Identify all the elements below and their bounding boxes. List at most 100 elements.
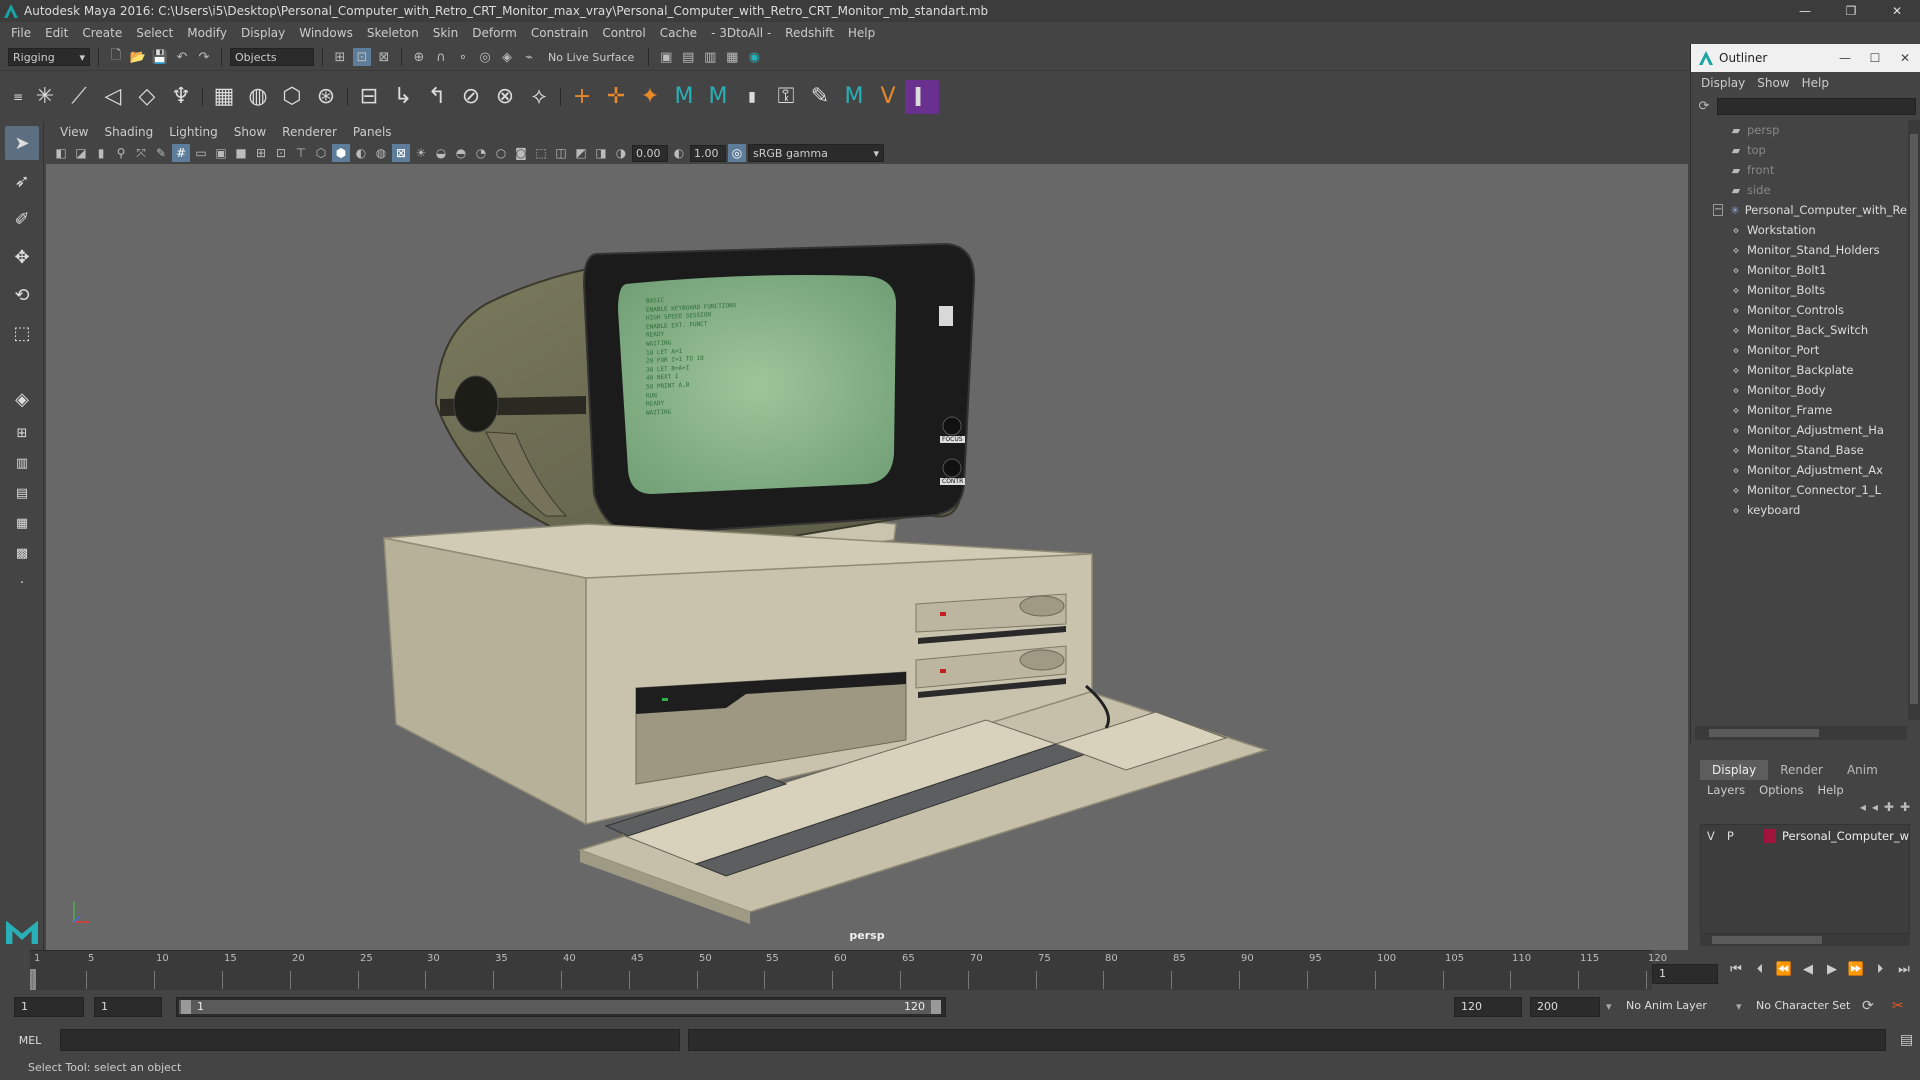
tab-anim[interactable]: Anim — [1835, 760, 1890, 780]
render-view-icon[interactable]: ▣ — [657, 48, 675, 66]
set-driven-key-icon[interactable]: ⚿ — [769, 80, 803, 114]
menu-display[interactable]: Display — [234, 26, 292, 40]
menu-skeleton[interactable]: Skeleton — [360, 26, 426, 40]
step-forward-key-icon[interactable]: ⏵ — [1870, 962, 1890, 977]
view-transform-dropdown[interactable]: sRGB gamma ▾ — [748, 144, 884, 162]
collapse-icon[interactable]: − — [1713, 204, 1724, 216]
smooth-shade-icon[interactable]: ⬢ — [332, 144, 350, 162]
hypershade-layout-icon[interactable]: ▩ — [5, 540, 39, 566]
anim-prefs-icon[interactable]: ✂ — [1892, 998, 1904, 1014]
chart-tool-icon[interactable]: ▍ — [905, 79, 939, 114]
screen-space-ao-icon[interactable]: ◓ — [452, 144, 470, 162]
outliner-minimize-button[interactable]: — — [1830, 51, 1860, 65]
new-scene-icon[interactable]: 🗋 — [107, 48, 125, 66]
outliner-item[interactable]: ⋄ Monitor_Back_Switch — [1695, 320, 1907, 340]
exposure-field[interactable]: 0.00 — [632, 144, 668, 162]
motion-blur-icon[interactable]: ◔ — [472, 144, 490, 162]
single-view-icon[interactable]: ◈ — [5, 382, 39, 416]
grid-icon[interactable]: # — [172, 144, 190, 162]
teal-m-icon[interactable]: M — [837, 80, 871, 114]
image-plane-icon[interactable]: ⚲ — [112, 144, 130, 162]
blend-shape-icon[interactable]: ⊟ — [352, 80, 386, 114]
outliner-camera-persp[interactable]: ▰ persp — [1695, 120, 1907, 140]
menu-modify[interactable]: Modify — [180, 26, 234, 40]
safe-title-icon[interactable]: ⊤ — [292, 144, 310, 162]
current-frame-field[interactable]: 1 — [1652, 964, 1718, 984]
hik-icon[interactable]: M — [667, 80, 701, 114]
scrollbar-thumb[interactable] — [1910, 134, 1918, 704]
anim-layer-dropdown[interactable]: No Anim Layer — [1620, 997, 1744, 1017]
xray-components-icon[interactable]: ◨ — [592, 144, 610, 162]
menu-control[interactable]: Control — [595, 26, 652, 40]
camera-select-icon[interactable]: ◧ — [52, 144, 70, 162]
outliner-menu-help[interactable]: Help — [1796, 76, 1835, 90]
menu-create[interactable]: Create — [75, 26, 129, 40]
outliner-camera-front[interactable]: ▰ front — [1695, 160, 1907, 180]
character-set-dropdown[interactable]: No Character Set — [1750, 997, 1868, 1017]
mirror-joint-icon[interactable]: ◇ — [130, 80, 164, 114]
multisample-icon[interactable]: ○ — [492, 144, 510, 162]
four-view-icon[interactable]: ⊞ — [5, 420, 39, 446]
playback-end-field[interactable]: 120 — [1454, 997, 1522, 1017]
range-start-field[interactable]: 1 — [14, 997, 84, 1017]
chevron-down-icon[interactable]: ▾ — [1736, 1000, 1742, 1013]
paint-select-icon[interactable]: ✐ — [5, 202, 39, 236]
layer-horizontal-scrollbar[interactable] — [1700, 934, 1910, 946]
select-component-icon[interactable]: ⊠ — [375, 48, 393, 66]
soft-mod-icon[interactable]: ⟡ — [522, 80, 556, 114]
menu-3dtoall[interactable]: - 3DtoAll - — [704, 26, 778, 40]
menu-redshift[interactable]: Redshift — [778, 26, 841, 40]
layer-row[interactable]: V P Personal_Computer_w — [1701, 825, 1909, 847]
snap-curve-icon[interactable]: ∩ — [432, 48, 450, 66]
menu-deform[interactable]: Deform — [465, 26, 524, 40]
time-slider-playhead[interactable] — [30, 969, 36, 991]
snap-live-icon[interactable]: ⌁ — [520, 48, 538, 66]
go-to-end-icon[interactable]: ⏭ — [1894, 962, 1914, 977]
command-input[interactable] — [60, 1029, 680, 1051]
range-bar-fill[interactable] — [179, 1000, 941, 1014]
lattice-icon[interactable]: ⬡ — [275, 80, 309, 114]
film-gate-icon[interactable]: ▭ — [192, 144, 210, 162]
color-management-icon[interactable]: ◎ — [728, 144, 746, 162]
rotate-tool-icon[interactable]: ⟲ — [5, 278, 39, 312]
outliner-vertical-scrollbar[interactable] — [1908, 120, 1920, 720]
panel-menu-shading[interactable]: Shading — [96, 125, 161, 139]
aim-constraint-icon[interactable]: ✛ — [599, 80, 633, 114]
layer-color-swatch[interactable] — [1763, 829, 1777, 843]
ik-handle-icon[interactable]: ⟋ — [62, 80, 96, 114]
panel-menu-renderer[interactable]: Renderer — [274, 125, 345, 139]
render-current-icon[interactable]: ▤ — [679, 48, 697, 66]
outliner-item[interactable]: ⋄ Monitor_Body — [1695, 380, 1907, 400]
v-icon[interactable]: V — [871, 80, 905, 114]
wireframe-icon[interactable]: ⬡ — [312, 144, 330, 162]
outliner-item[interactable]: ⋄ Monitor_Connector_1_L — [1695, 480, 1907, 500]
bind-skin-icon[interactable]: ▦ — [207, 80, 241, 114]
select-hierarchy-icon[interactable]: ⊞ — [331, 48, 349, 66]
outliner-item[interactable]: ⋄ Monitor_Stand_Holders — [1695, 240, 1907, 260]
outliner-item[interactable]: ⋄ Monitor_Frame — [1695, 400, 1907, 420]
gate-mask-icon[interactable]: ■ — [232, 144, 250, 162]
resolution-gate-icon[interactable]: ▣ — [212, 144, 230, 162]
tab-render[interactable]: Render — [1768, 760, 1835, 780]
step-forward-frame-icon[interactable]: ⏩ — [1846, 962, 1866, 977]
outliner-item[interactable]: ⋄ Workstation — [1695, 220, 1907, 240]
two-view-icon[interactable]: ▥ — [5, 450, 39, 476]
cluster-icon[interactable]: ⊛ — [309, 80, 343, 114]
open-scene-icon[interactable]: 📂 — [129, 48, 147, 66]
layer-visibility-toggle[interactable]: V — [1701, 829, 1721, 843]
scale-tool-icon[interactable]: ⬚ — [5, 316, 39, 350]
attribute-icon[interactable]: ▮ — [735, 80, 769, 114]
panel-menu-lighting[interactable]: Lighting — [161, 125, 226, 139]
menu-skin[interactable]: Skin — [426, 26, 466, 40]
joint-tool-icon[interactable]: ✳ — [28, 80, 62, 114]
outliner-maximize-button[interactable]: ☐ — [1860, 51, 1890, 65]
range-end-field[interactable]: 200 — [1530, 997, 1600, 1017]
outliner-search-input[interactable] — [1717, 97, 1916, 115]
script-language-label[interactable]: MEL — [0, 1034, 60, 1047]
select-tool-icon[interactable]: ➤ — [5, 126, 39, 160]
panel-menu-show[interactable]: Show — [226, 125, 274, 139]
2d-pan-icon[interactable]: ⤧ — [132, 144, 150, 162]
scrollbar-thumb[interactable] — [1709, 729, 1819, 737]
scrollbar-thumb[interactable] — [1712, 936, 1822, 944]
play-backwards-icon[interactable]: ◀ — [1798, 962, 1818, 977]
